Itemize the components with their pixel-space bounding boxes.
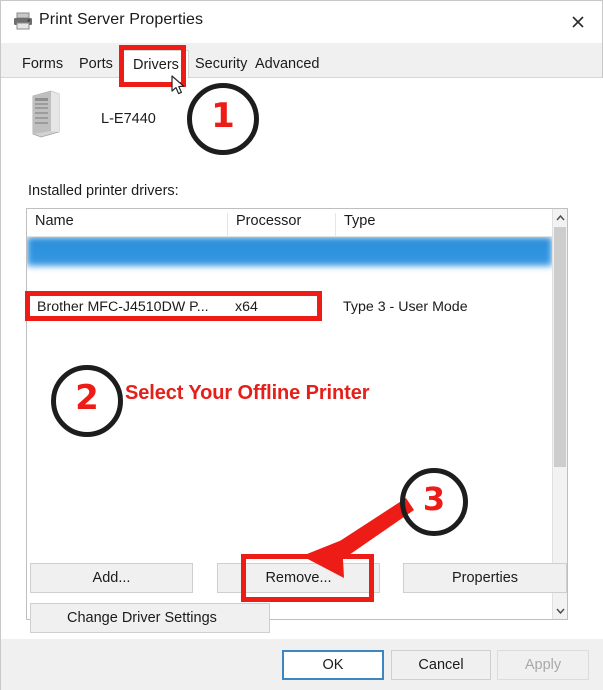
server-tower-icon (29, 88, 61, 138)
table-row[interactable] (27, 237, 552, 266)
printer-icon (13, 12, 33, 30)
remove-button[interactable]: Remove... (217, 563, 380, 593)
table-row[interactable] (27, 324, 552, 353)
properties-button[interactable]: Properties (403, 563, 567, 593)
print-server-properties-window: Print Server Properties Forms Ports Driv… (0, 0, 603, 690)
cell-processor: x64 (235, 299, 258, 315)
scrollbar-thumb[interactable] (554, 227, 566, 467)
column-header-processor[interactable]: Processor (227, 213, 335, 237)
scroll-down-button[interactable] (553, 602, 567, 619)
dialog-footer: OK Cancel Apply (1, 639, 603, 690)
change-driver-settings-button[interactable]: Change Driver Settings (30, 603, 270, 633)
table-row[interactable] (27, 440, 552, 469)
apply-button[interactable]: Apply (497, 650, 589, 680)
tab-drivers[interactable]: Drivers (123, 50, 189, 79)
table-row[interactable] (27, 266, 552, 295)
cell-type: Type 3 - User Mode (343, 299, 468, 315)
annotation-circle-step-3: 3 (400, 468, 468, 536)
drivers-panel: L-E7440 Installed printer drivers: Name … (1, 78, 603, 639)
scroll-up-button[interactable] (553, 209, 567, 226)
annotation-circle-step-1: 1 (187, 83, 259, 155)
cancel-button[interactable]: Cancel (391, 650, 491, 680)
tab-strip: Forms Ports Drivers Security Advanced (1, 43, 602, 79)
tab-forms[interactable]: Forms (13, 51, 72, 78)
column-header-type[interactable]: Type (335, 213, 552, 237)
chevron-down-icon (555, 608, 565, 614)
table-row[interactable] (27, 498, 552, 527)
tab-advanced[interactable]: Advanced (246, 51, 329, 78)
cell-name: Brother MFC-J4510DW P... (37, 299, 209, 315)
chevron-up-icon (555, 214, 565, 220)
table-row[interactable] (27, 527, 552, 556)
ok-button[interactable]: OK (282, 650, 384, 680)
table-row-brother[interactable]: Brother MFC-J4510DW P... x64 Type 3 - Us… (27, 295, 552, 324)
window-title: Print Server Properties (39, 11, 204, 28)
annotation-circle-step-2: 2 (51, 365, 123, 437)
tab-ports[interactable]: Ports (70, 51, 122, 78)
installed-drivers-label: Installed printer drivers: (28, 183, 179, 199)
add-button[interactable]: Add... (30, 563, 193, 593)
title-bar: Print Server Properties (1, 1, 602, 43)
list-scrollbar[interactable] (552, 209, 567, 619)
list-header: Name Processor Type (27, 209, 552, 237)
annotation-text-select-offline-printer: Select Your Offline Printer (125, 382, 370, 404)
server-name-label: L-E7440 (101, 111, 156, 127)
table-row[interactable] (27, 469, 552, 498)
column-header-name[interactable]: Name (27, 213, 227, 237)
close-button[interactable] (554, 1, 602, 42)
close-icon (572, 15, 584, 28)
screenshot-root: Print Server Properties Forms Ports Driv… (0, 0, 603, 690)
